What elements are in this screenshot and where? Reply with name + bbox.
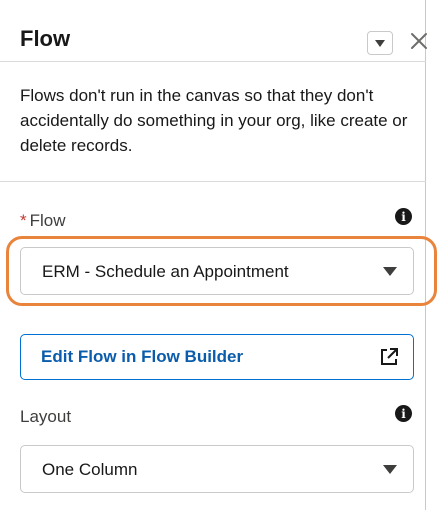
edit-flow-button-label: Edit Flow in Flow Builder bbox=[41, 347, 244, 366]
flow-field-label: Flow bbox=[29, 211, 66, 230]
panel-header: Flow bbox=[0, 0, 427, 62]
highlight-outline bbox=[6, 236, 437, 306]
layout-select[interactable]: One Column bbox=[20, 445, 414, 493]
close-button[interactable] bbox=[406, 28, 432, 54]
new-window-icon bbox=[381, 348, 398, 365]
chevron-down-icon bbox=[383, 465, 397, 474]
panel-menu-button[interactable] bbox=[367, 31, 393, 55]
required-asterisk: * bbox=[20, 211, 27, 230]
info-icon[interactable]: i bbox=[395, 208, 412, 225]
caret-down-icon bbox=[375, 39, 385, 47]
flow-properties-panel: Flow Flows don't run in the canvas so th… bbox=[0, 0, 437, 510]
close-icon bbox=[411, 33, 427, 49]
layout-select-value: One Column bbox=[42, 460, 138, 479]
edit-flow-in-builder-button[interactable]: Edit Flow in Flow Builder bbox=[20, 334, 414, 380]
section-divider bbox=[0, 181, 426, 182]
flow-field-label-group: * Flow bbox=[20, 211, 66, 231]
panel-title: Flow bbox=[20, 26, 71, 51]
info-icon[interactable]: i bbox=[395, 405, 412, 422]
layout-field-label: Layout bbox=[20, 407, 72, 426]
panel-description: Flows don't run in the canvas so that th… bbox=[20, 86, 408, 155]
